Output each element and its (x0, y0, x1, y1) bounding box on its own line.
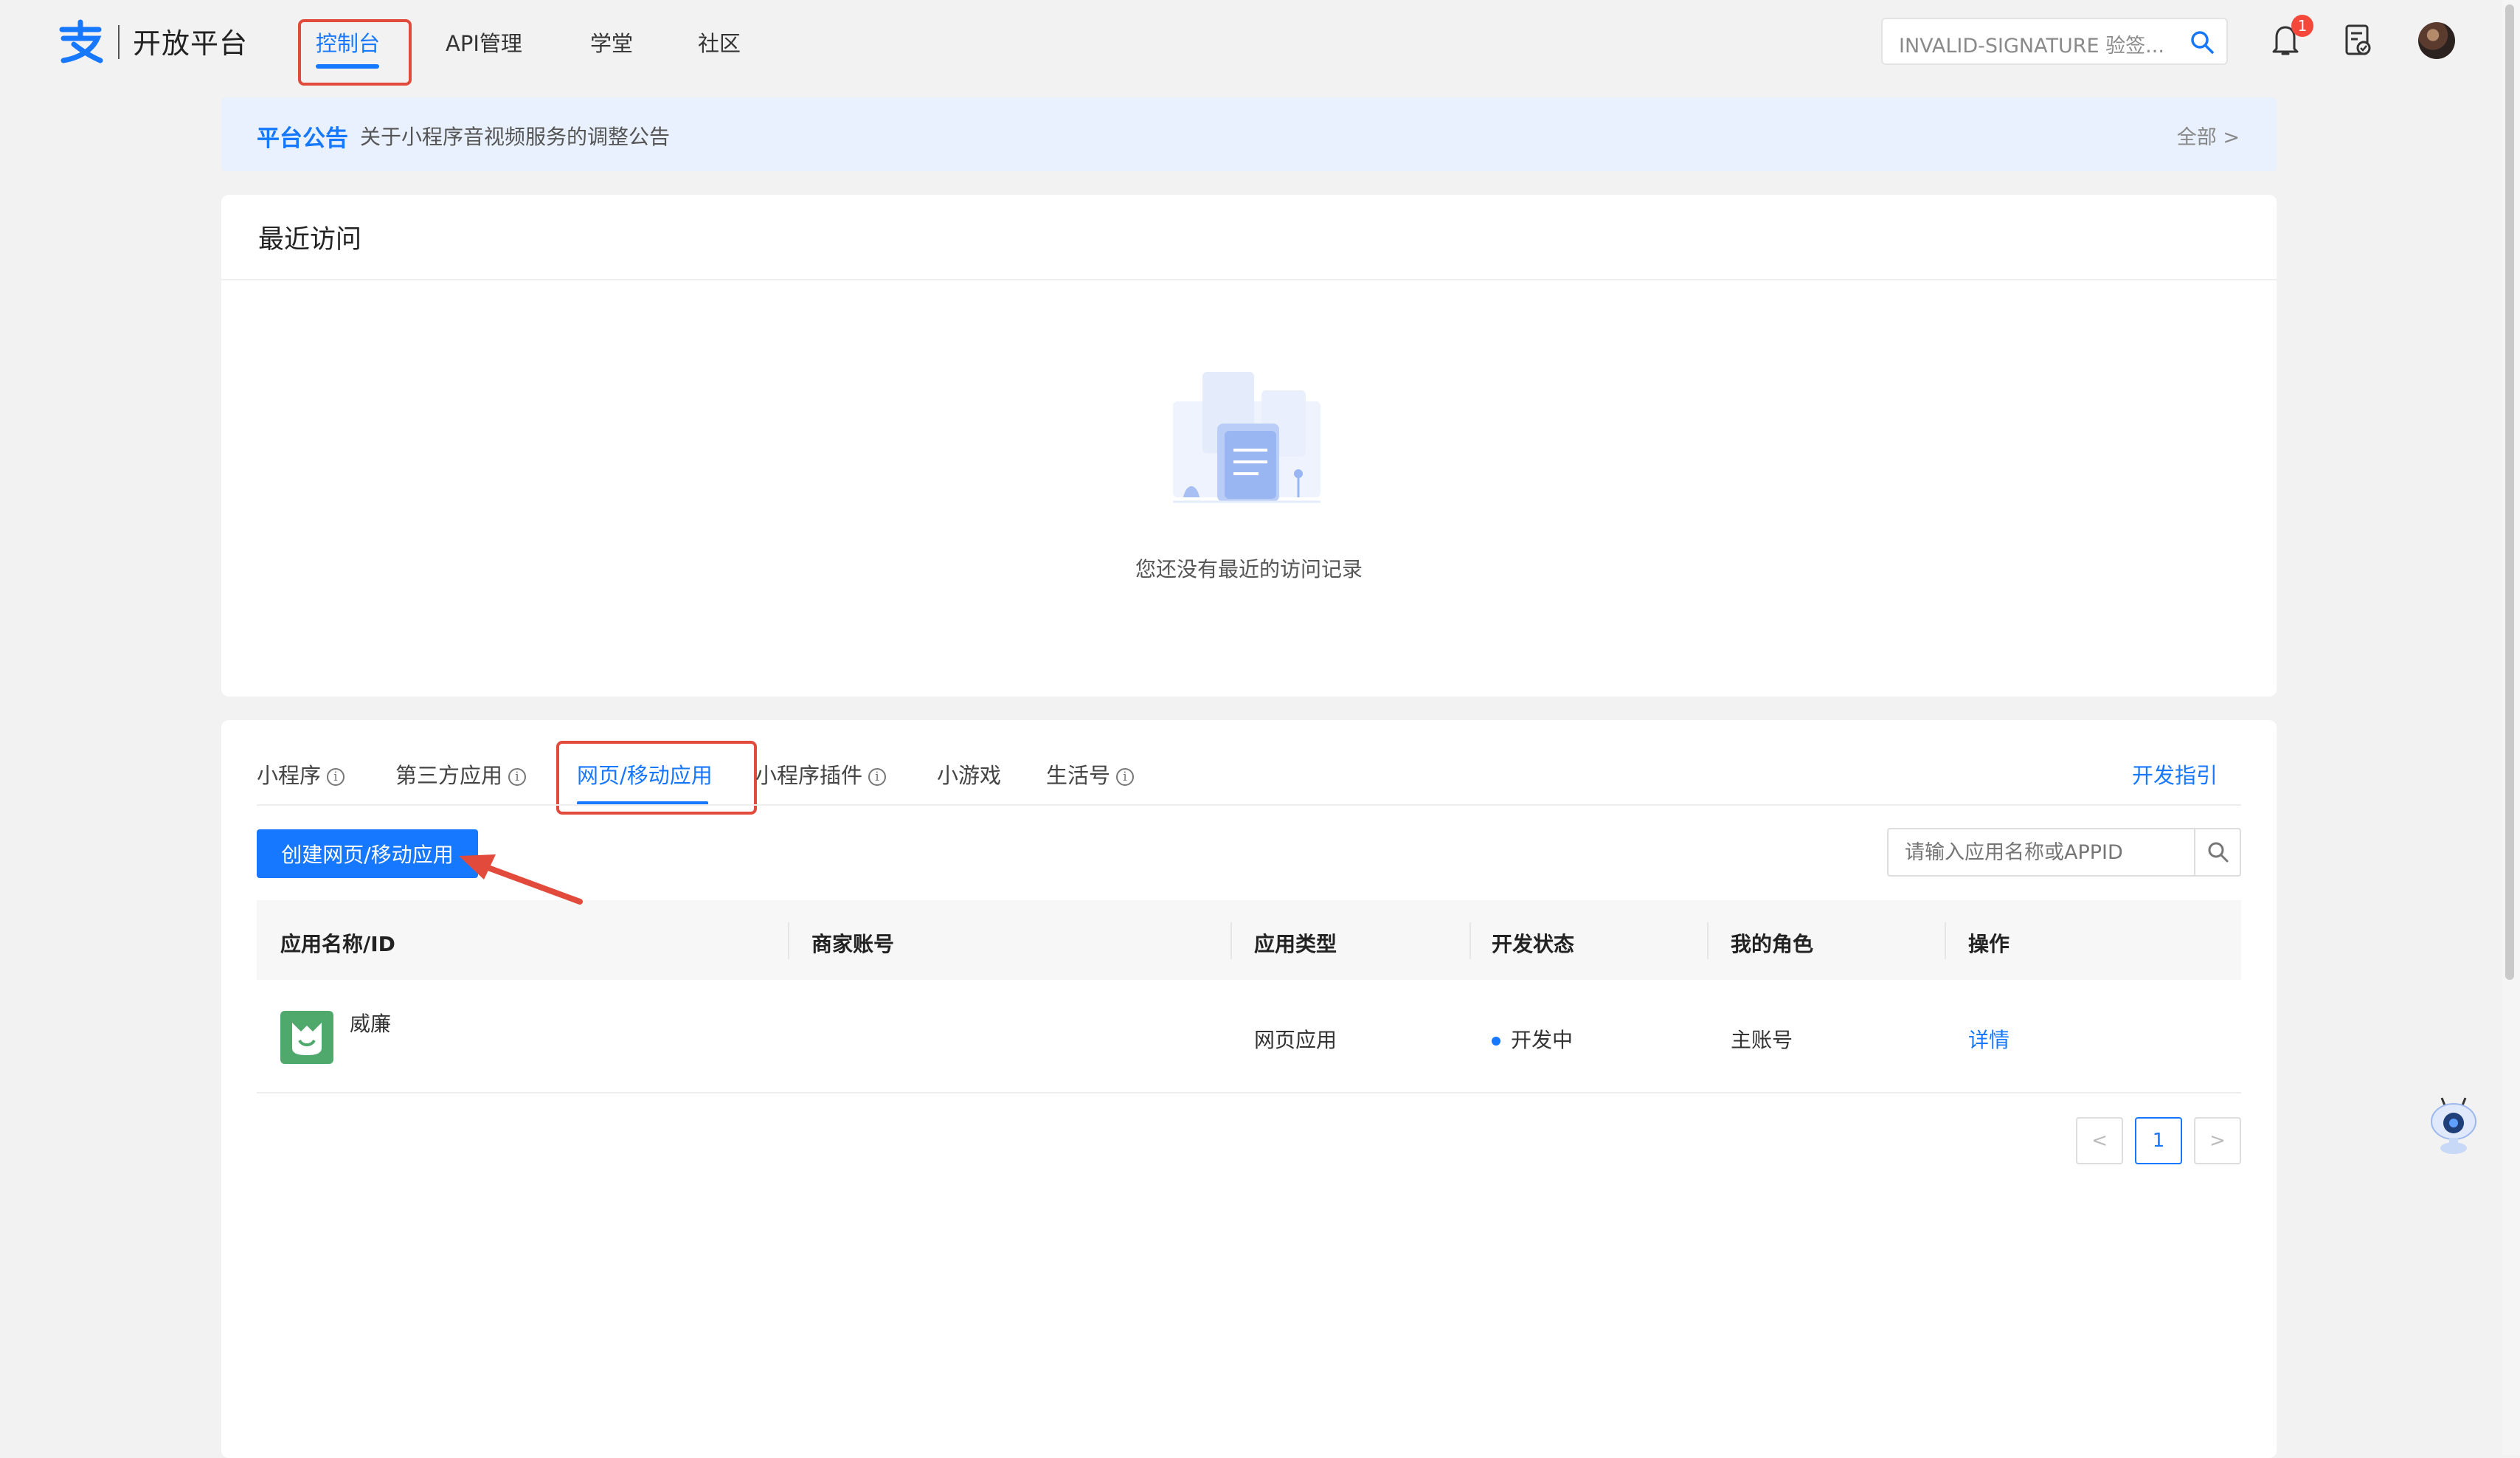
search-icon (2208, 842, 2229, 863)
tab-life-account-label: 生活号 (1046, 763, 1111, 788)
col-dev-status: 开发状态 (1492, 932, 1575, 956)
col-app-name-id: 应用名称/ID (280, 932, 395, 956)
dev-status: 开发中 (1492, 1024, 1573, 1054)
tabs-divider (257, 804, 2241, 806)
apps-card: 小程序 i 第三方应用 i 网页/移动应用 小程序插件 i 小游戏 生活号 i 开发指引… (221, 720, 2277, 1458)
user-avatar[interactable] (2418, 22, 2455, 59)
info-icon[interactable]: i (1116, 768, 1135, 786)
global-search-text[interactable]: INVALID-SIGNATURE 验签... (1899, 30, 2164, 58)
column-separator (788, 922, 789, 959)
pagination-next-button[interactable]: > (2194, 1117, 2241, 1164)
document-check-icon[interactable] (2344, 24, 2372, 58)
annotation-arrow-icon (459, 854, 583, 905)
tab-third-party-app-label: 第三方应用 (395, 763, 503, 788)
app-name[interactable]: 威廉 (350, 1008, 391, 1037)
info-icon[interactable]: i (508, 768, 527, 786)
page-scrollbar-thumb[interactable] (2505, 4, 2514, 980)
global-search-box[interactable]: INVALID-SIGNATURE 验签... (1881, 18, 2228, 65)
column-separator (1230, 922, 1232, 959)
announcement-all-link[interactable]: 全部 > (2177, 121, 2240, 150)
alipay-logo-icon[interactable] (56, 19, 105, 63)
recent-visits-title: 最近访问 (258, 225, 362, 255)
app-search-button[interactable] (2194, 829, 2240, 875)
platform-name[interactable]: 开放平台 (133, 21, 248, 61)
table-row (257, 980, 2241, 1092)
recent-divider (221, 279, 2277, 280)
recent-visits-card: 最近访问 您还没有最近的访问记录 (221, 195, 2277, 697)
dev-guide-link[interactable]: 开发指引 (2132, 759, 2218, 790)
column-separator (1470, 922, 1471, 959)
app-search-input[interactable] (1889, 829, 2181, 875)
notification-badge: 1 (2291, 15, 2313, 37)
announcement-bar: 平台公告 关于小程序音视频服务的调整公告 全部 > (221, 97, 2277, 171)
tab-mini-game[interactable]: 小游戏 (937, 759, 1001, 790)
app-logo (280, 1011, 333, 1064)
tab-mini-program-label: 小程序 (257, 763, 322, 788)
tab-third-party-app[interactable]: 第三方应用 i (395, 759, 527, 790)
search-icon[interactable] (2190, 30, 2215, 55)
row-divider (257, 1092, 2241, 1094)
assistant-robot-icon[interactable] (2427, 1095, 2480, 1157)
info-icon[interactable]: i (327, 768, 345, 786)
app-type: 网页应用 (1254, 1028, 1337, 1052)
empty-state-text: 您还没有最近的访问记录 (1135, 557, 1363, 581)
app-search-box[interactable] (1887, 828, 2241, 877)
top-header: 开放平台 控制台 API管理 学堂 社区 INVALID-SIGNATURE 验… (0, 0, 2501, 86)
column-separator (1707, 922, 1709, 959)
details-link[interactable]: 详情 (1968, 1024, 2010, 1054)
col-actions: 操作 (1968, 932, 2010, 956)
status-dot-icon (1492, 1037, 1500, 1046)
empty-state-illustration (1173, 372, 1320, 503)
column-separator (1945, 922, 1946, 959)
logo-separator (118, 25, 120, 59)
tab-mini-program[interactable]: 小程序 i (257, 759, 345, 790)
nav-api-management[interactable]: API管理 (446, 27, 522, 58)
highlight-box-console (298, 19, 412, 86)
announcement-link[interactable]: 关于小程序音视频服务的调整公告 (360, 121, 670, 151)
tab-mini-program-plugin[interactable]: 小程序插件 i (755, 759, 887, 790)
my-role: 主账号 (1731, 1028, 1793, 1052)
app-logo-icon (292, 1023, 322, 1055)
nav-community[interactable]: 社区 (698, 27, 741, 58)
col-app-type: 应用类型 (1254, 932, 1337, 956)
col-merchant-account: 商家账号 (811, 932, 895, 956)
col-my-role: 我的角色 (1731, 932, 1814, 956)
dev-status-label: 开发中 (1511, 1028, 1574, 1052)
pagination-page-1[interactable]: 1 (2135, 1117, 2182, 1164)
tab-mini-program-plugin-label: 小程序插件 (755, 763, 863, 788)
info-icon[interactable]: i (868, 768, 887, 786)
announcement-title: 平台公告 (257, 125, 348, 152)
pagination-prev-button[interactable]: < (2076, 1117, 2123, 1164)
tab-mini-game-label: 小游戏 (937, 763, 1002, 788)
tab-life-account[interactable]: 生活号 i (1046, 759, 1135, 790)
nav-academy[interactable]: 学堂 (590, 27, 633, 58)
